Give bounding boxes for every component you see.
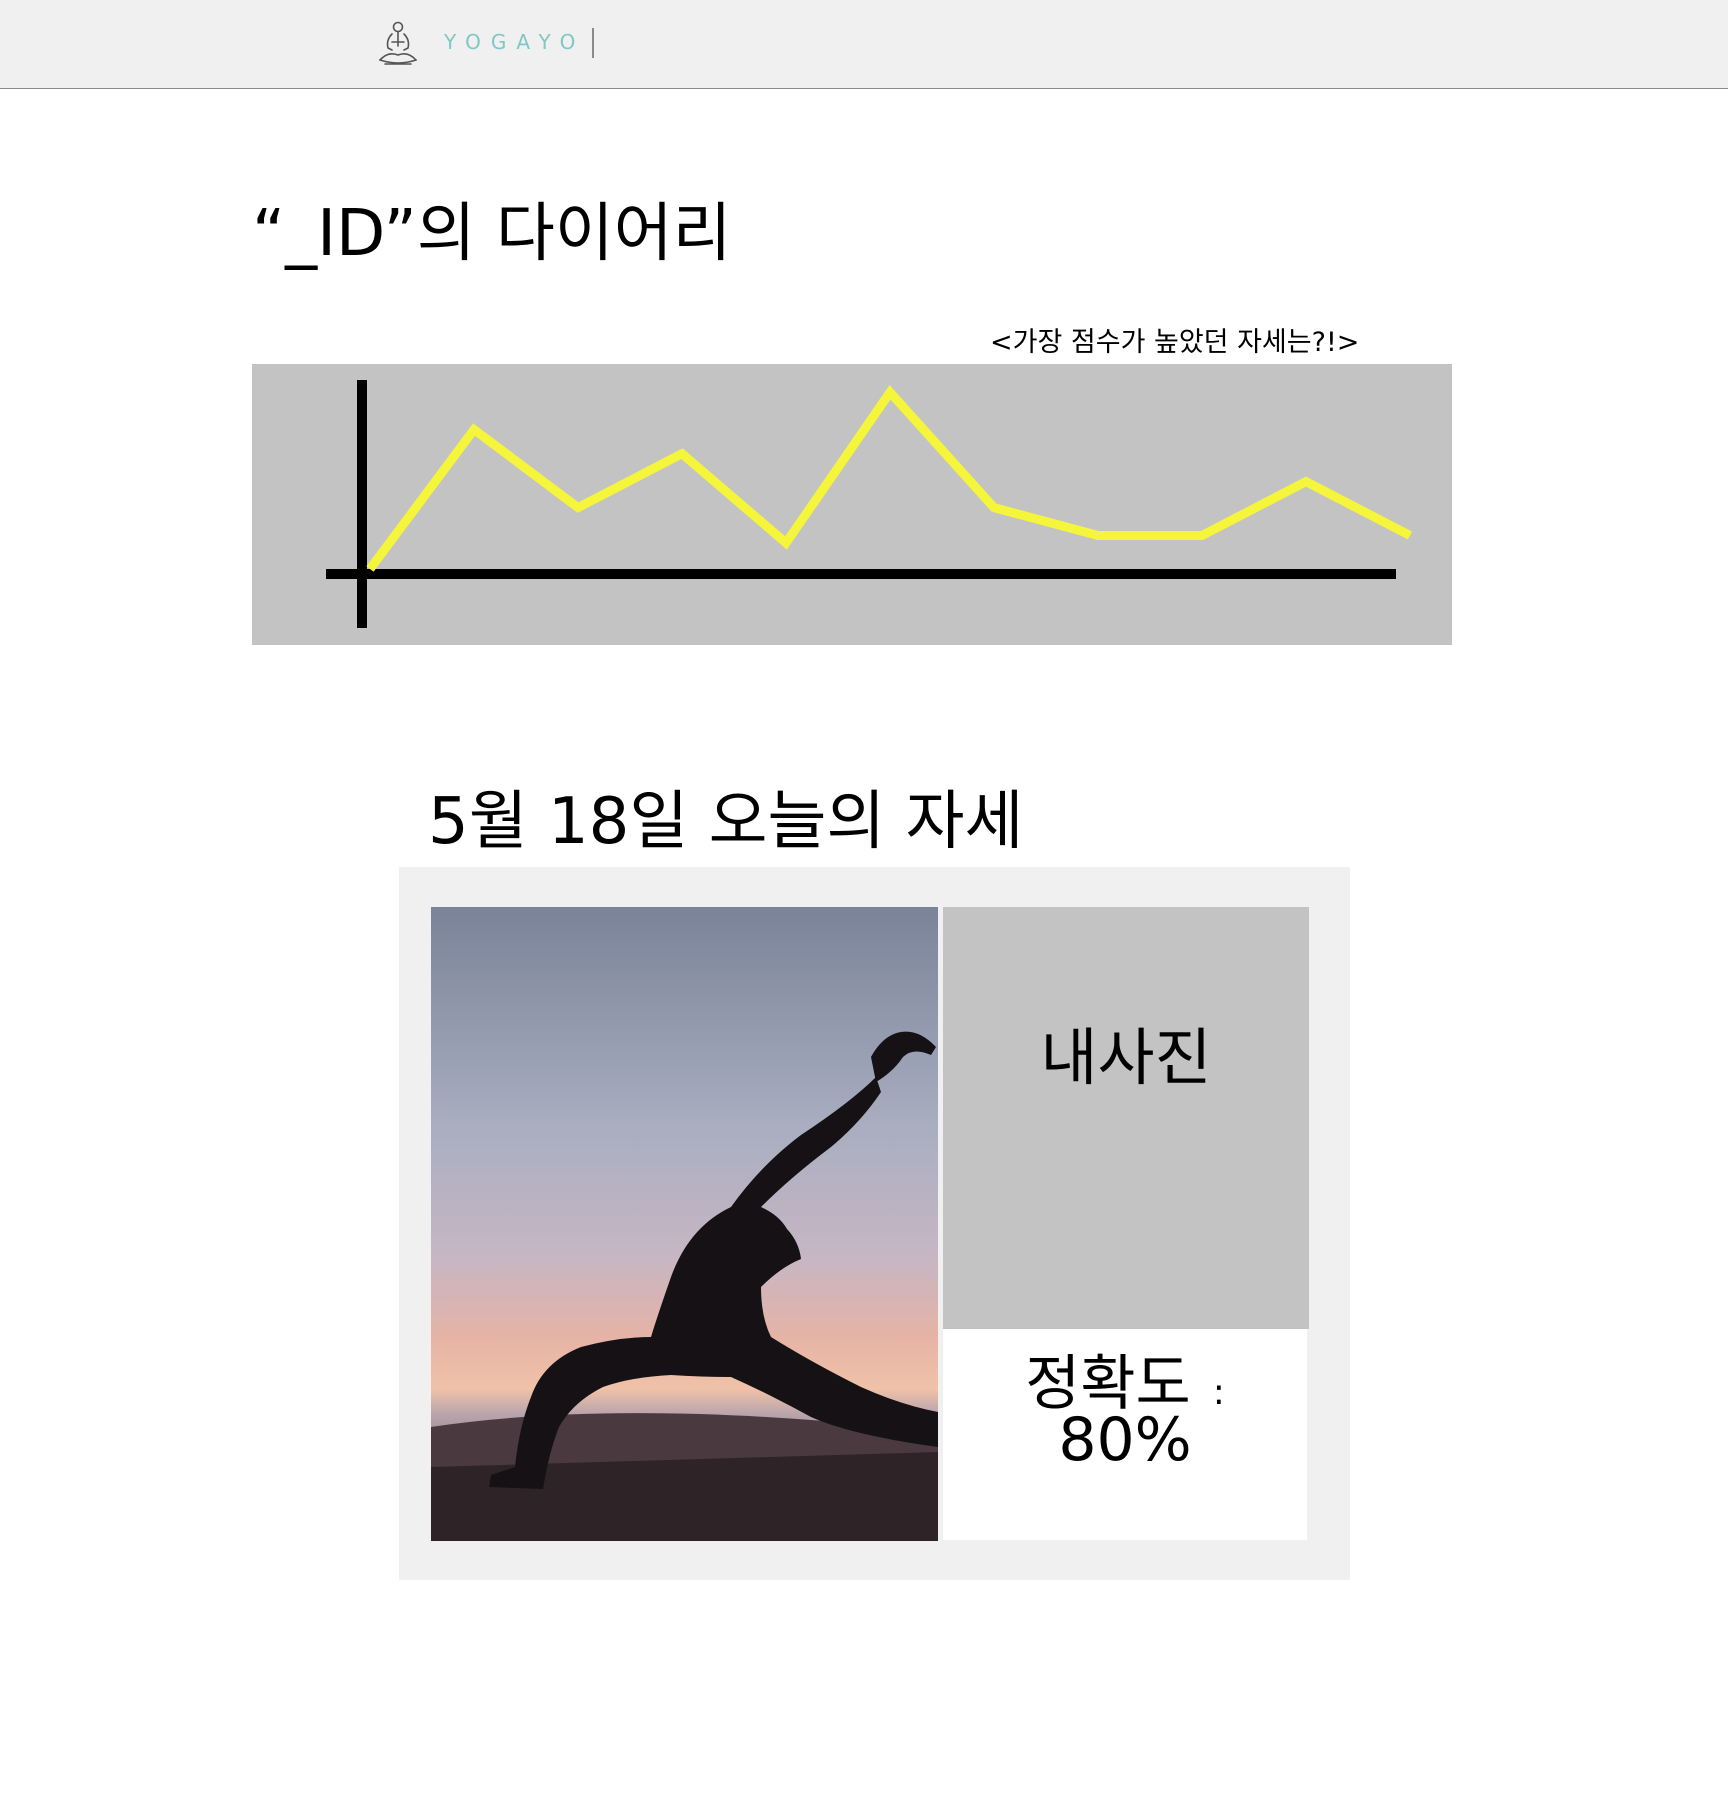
today-pose-title: 5월 18일 오늘의 자세	[428, 785, 1024, 859]
series-line-0	[366, 385, 1413, 572]
score-line-chart	[326, 380, 1413, 628]
score-chart	[252, 364, 1452, 645]
top-bar: YOGAYO	[0, 0, 1728, 89]
brand-name[interactable]: YOGAYO	[444, 30, 585, 54]
my-photo-label: 내사진	[1040, 1021, 1212, 1094]
meditation-logo-icon[interactable]	[376, 20, 420, 68]
my-photo-placeholder[interactable]: 내사진	[943, 907, 1309, 1329]
diary-title: “_ID”의 다이어리	[252, 197, 732, 271]
accuracy-value: 80%	[1058, 1405, 1192, 1475]
reference-pose-photo	[431, 907, 938, 1541]
text-cursor	[592, 28, 594, 58]
accuracy-box: 정확도: 80%	[943, 1329, 1307, 1540]
chart-caption: <가장 점수가 높았던 자세는?!>	[990, 327, 1360, 358]
